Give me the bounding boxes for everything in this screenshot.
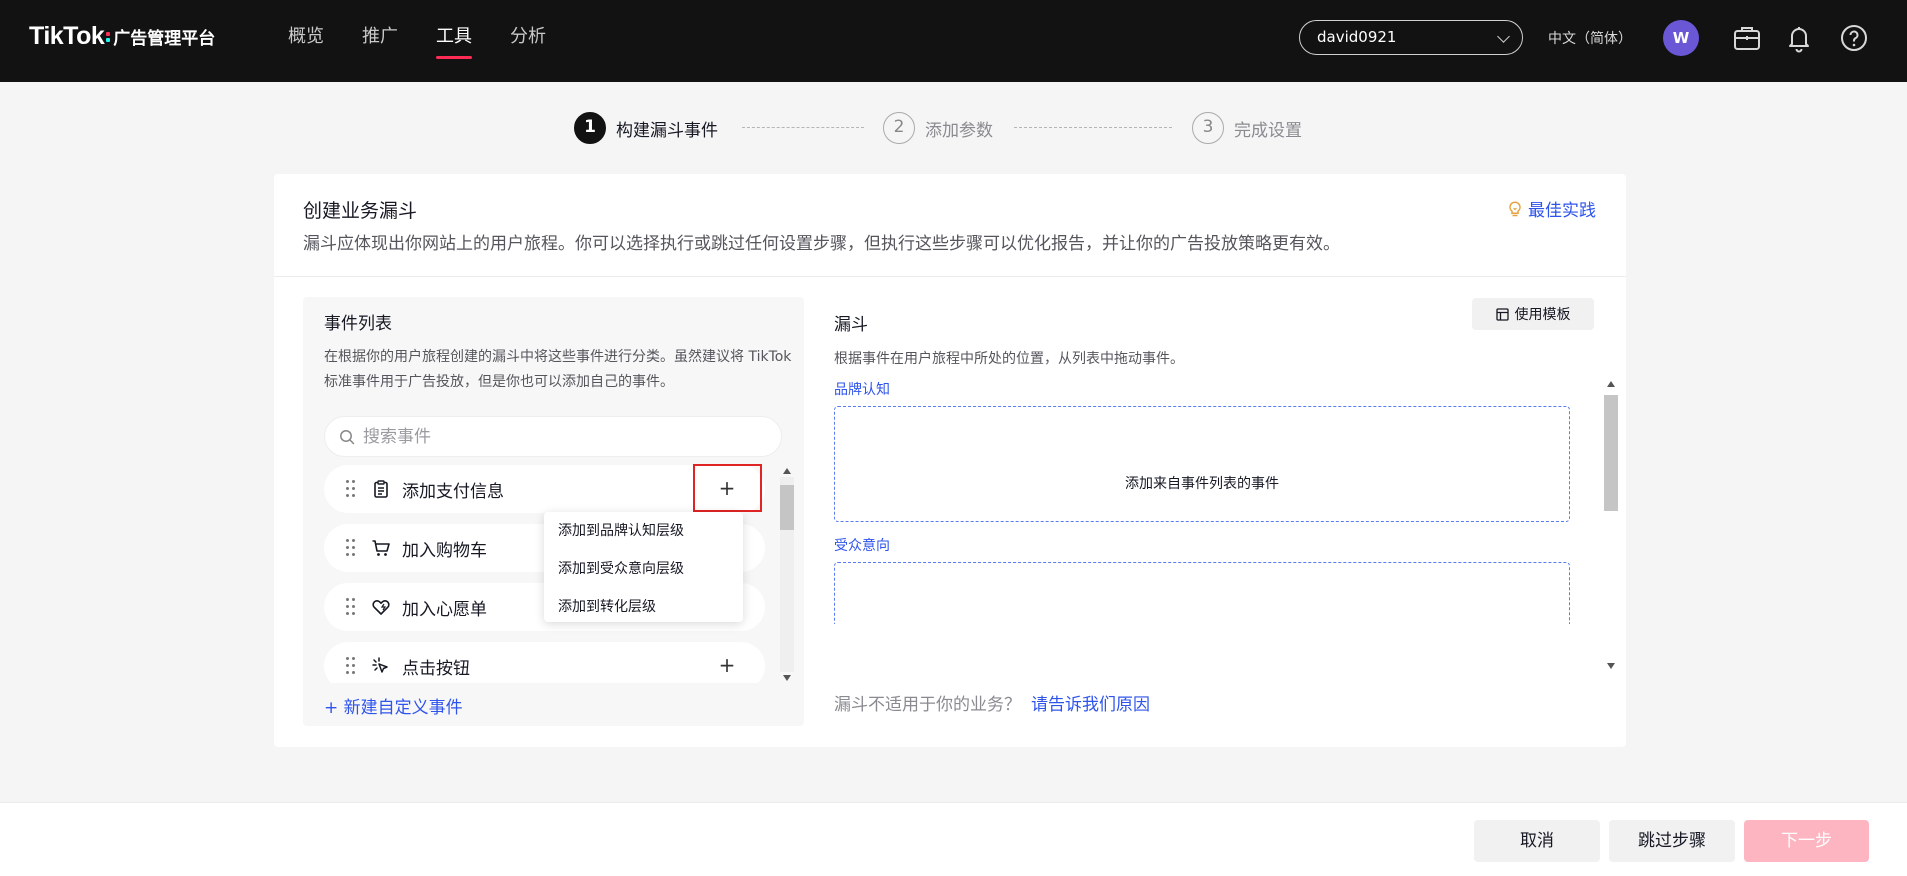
avatar[interactable]: W <box>1663 20 1699 56</box>
stage-label-awareness: 品牌认知 <box>834 382 890 398</box>
skip-step-button[interactable]: 跳过步骤 <box>1609 820 1735 862</box>
scroll-up-icon[interactable] <box>1607 381 1615 387</box>
best-practice-link[interactable]: 最佳实践 <box>1508 196 1596 221</box>
drag-handle-icon[interactable] <box>346 480 356 498</box>
menu-item-add-consideration[interactable]: 添加到受众意向层级 <box>544 556 743 594</box>
dropzone-hint: 添加来自事件列表的事件 <box>1125 476 1279 492</box>
main-nav: 概览 推广 工具 分析 <box>288 0 584 82</box>
step-label: 构建漏斗事件 <box>616 120 718 141</box>
step-add-params: 2 添加参数 <box>883 112 993 144</box>
cart-icon <box>372 540 390 556</box>
event-list-description: 在根据你的用户旅程创建的漏斗中将这些事件进行分类。虽然建议将 TikTok 标准… <box>324 349 792 390</box>
footer-bar: 取消 跳过步骤 下一步 <box>0 802 1907 876</box>
event-label: 点击按钮 <box>402 659 470 679</box>
divider <box>274 276 1626 277</box>
step-complete: 3 完成设置 <box>1192 112 1302 144</box>
account-name: david0921 <box>1317 28 1397 46</box>
logo-subtitle: 广告管理平台 <box>113 29 216 49</box>
event-list-scrollbar[interactable] <box>778 465 794 683</box>
nav-item-tools[interactable]: 工具 <box>436 0 472 82</box>
next-button[interactable]: 下一步 <box>1744 820 1869 862</box>
menu-item-add-conversion[interactable]: 添加到转化层级 <box>544 594 743 632</box>
account-selector[interactable]: david0921 <box>1299 20 1523 55</box>
chevron-down-icon <box>1497 30 1510 43</box>
scrollbar-thumb[interactable] <box>1604 395 1618 511</box>
funnel-feedback-text: 漏斗不适用于你的业务？ <box>834 695 1021 715</box>
scroll-down-icon[interactable] <box>783 675 791 681</box>
scroll-up-icon[interactable] <box>783 468 791 474</box>
logo-dot <box>106 32 111 36</box>
funnel-scrollbar[interactable] <box>1604 375 1618 677</box>
scrollbar-thumb[interactable] <box>780 485 794 530</box>
funnel-stages: 品牌认知 添加来自事件列表的事件 受众意向 <box>834 379 1570 624</box>
new-custom-event-button[interactable]: + 新建自定义事件 <box>324 693 463 718</box>
help-icon[interactable] <box>1836 20 1872 56</box>
cancel-button[interactable]: 取消 <box>1474 820 1600 862</box>
lightbulb-icon <box>1509 200 1521 216</box>
use-template-button[interactable]: 使用模板 <box>1472 298 1594 330</box>
tiktok-ads-logo[interactable]: TikTok 广告管理平台 <box>29 22 215 51</box>
menu-item-add-awareness[interactable]: 添加到品牌认知层级 <box>544 518 743 556</box>
heart-icon <box>372 599 390 615</box>
best-practice-label: 最佳实践 <box>1528 201 1596 221</box>
drag-handle-icon[interactable] <box>346 598 356 616</box>
step-label: 完成设置 <box>1234 120 1302 141</box>
dropzone-consideration[interactable] <box>834 562 1570 624</box>
step-number: 1 <box>574 112 606 144</box>
nav-item-analytics[interactable]: 分析 <box>510 0 546 82</box>
feedback-link[interactable]: 请告诉我们原因 <box>1031 695 1150 715</box>
event-label: 加入心愿单 <box>402 600 487 620</box>
event-list-title: 事件列表 <box>324 314 392 334</box>
add-to-stage-menu: 添加到品牌认知层级 添加到受众意向层级 添加到转化层级 <box>544 512 743 622</box>
bell-icon[interactable] <box>1781 20 1817 56</box>
drag-handle-icon[interactable] <box>346 539 356 557</box>
funnel-feedback: 漏斗不适用于你的业务？ 请告诉我们原因 <box>834 690 1150 715</box>
add-event-button[interactable]: + <box>715 652 739 678</box>
funnel-title: 漏斗 <box>834 315 868 335</box>
clipboard-icon <box>374 480 388 498</box>
event-label: 加入购物车 <box>402 541 487 561</box>
step-number: 2 <box>883 112 915 144</box>
step-number: 3 <box>1192 112 1224 144</box>
step-label: 添加参数 <box>925 120 993 141</box>
language-selector[interactable]: 中文（简体） <box>1548 28 1632 48</box>
scroll-down-icon[interactable] <box>1607 663 1615 669</box>
search-box <box>324 416 782 457</box>
search-icon <box>340 429 355 444</box>
drag-handle-icon[interactable] <box>346 657 356 675</box>
page-title: 创建业务漏斗 <box>303 200 418 222</box>
setup-stepper: 1 构建漏斗事件 2 添加参数 3 完成设置 <box>0 112 1907 144</box>
search-input[interactable] <box>363 426 763 447</box>
nav-item-promote[interactable]: 推广 <box>362 0 398 82</box>
step-connector <box>742 127 864 128</box>
event-label: 添加支付信息 <box>402 482 504 502</box>
briefcase-icon[interactable] <box>1729 20 1765 56</box>
page-description: 漏斗应体现出你网站上的用户旅程。你可以选择执行或跳过任何设置步骤，但执行这些步骤… <box>303 234 1340 254</box>
step-build-events: 1 构建漏斗事件 <box>574 112 718 144</box>
use-template-label: 使用模板 <box>1514 307 1571 323</box>
click-icon <box>372 657 388 673</box>
dropzone-awareness[interactable]: 添加来自事件列表的事件 <box>834 406 1570 522</box>
logo-brand: TikTok <box>29 22 105 50</box>
list-item[interactable]: 点击按钮 + <box>324 642 765 683</box>
funnel-setup-card: 创建业务漏斗 漏斗应体现出你网站上的用户旅程。你可以选择执行或跳过任何设置步骤，… <box>274 174 1626 747</box>
nav-item-overview[interactable]: 概览 <box>288 0 324 82</box>
template-icon <box>1495 307 1509 321</box>
plus-highlight-box <box>693 464 762 512</box>
funnel-description: 根据事件在用户旅程中所处的位置，从列表中拖动事件。 <box>834 351 1184 367</box>
top-navigation-bar: TikTok 广告管理平台 概览 推广 工具 分析 david0921 中文（简… <box>0 0 1907 82</box>
stage-label-consideration: 受众意向 <box>834 538 890 554</box>
step-connector <box>1014 127 1172 128</box>
